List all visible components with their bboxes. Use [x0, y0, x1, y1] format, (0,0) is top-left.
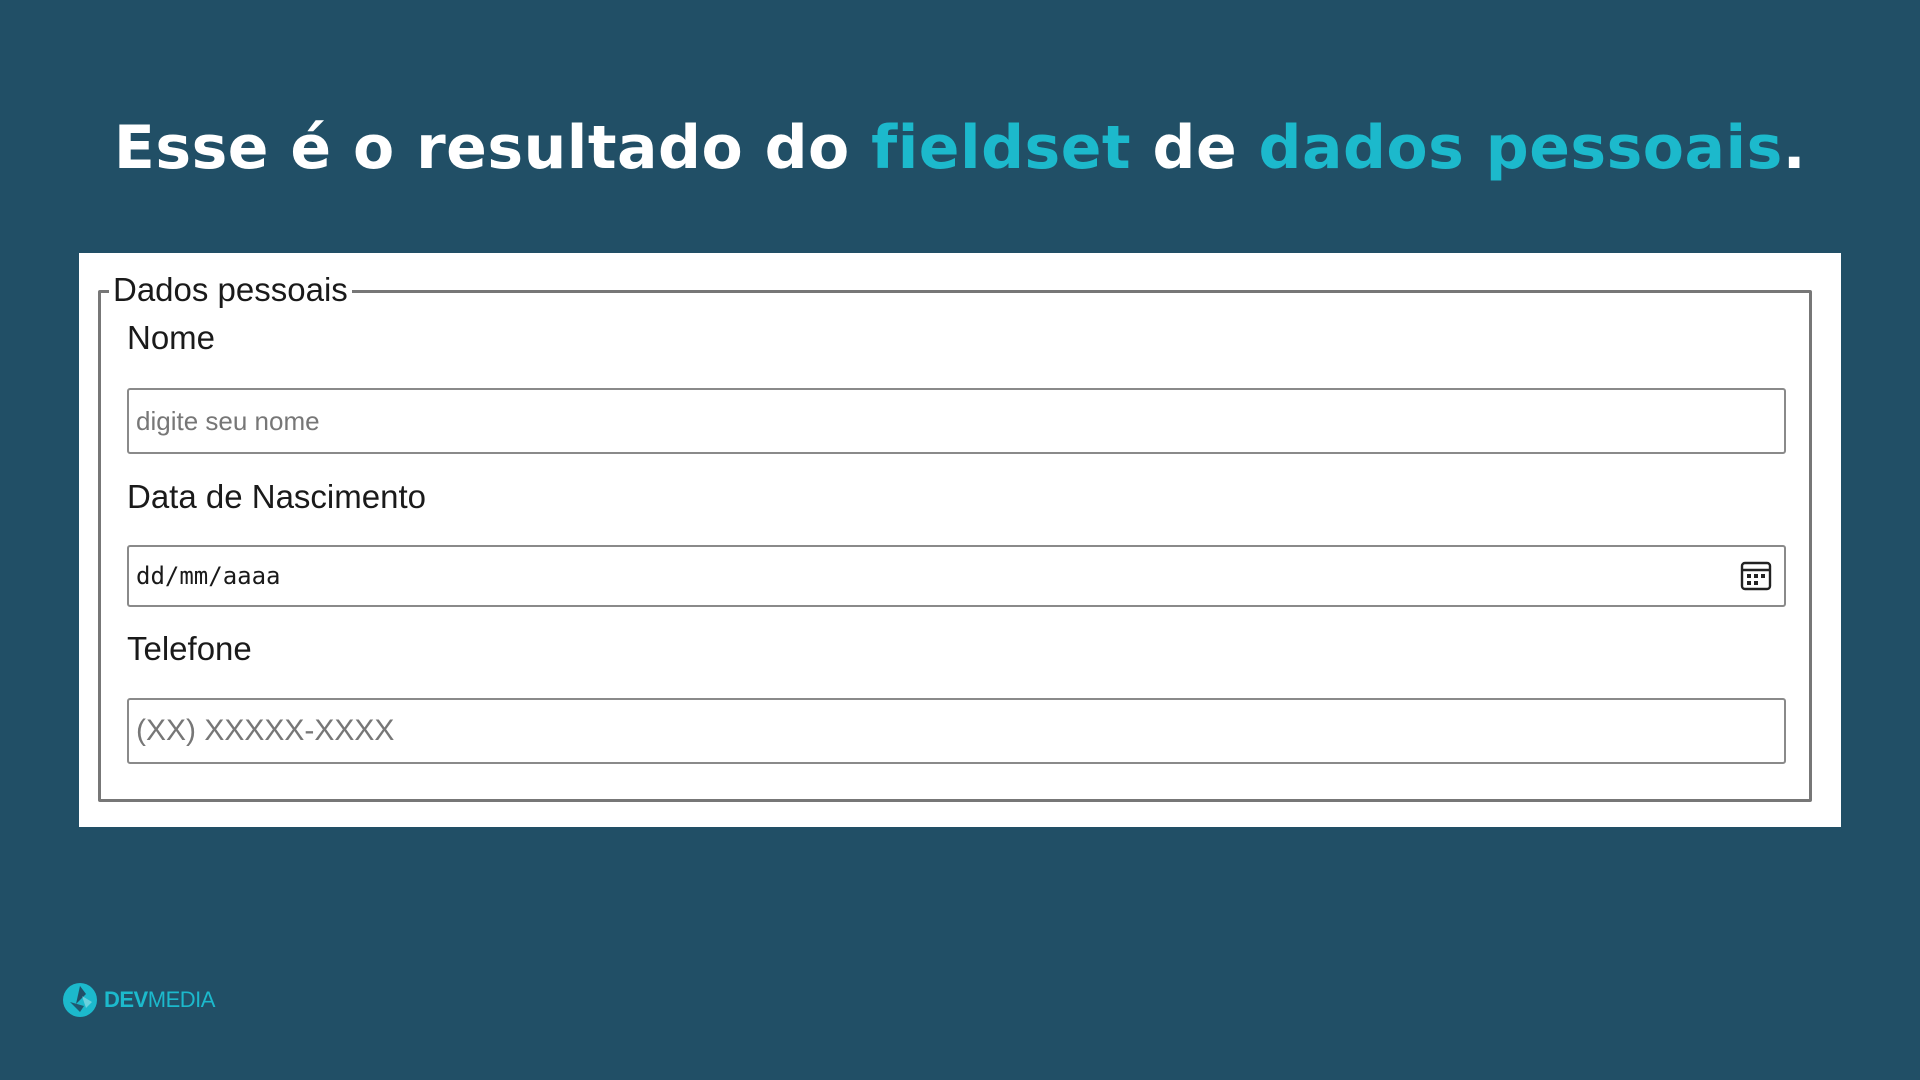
title-highlight-dados-pessoais: dados pessoais: [1258, 113, 1783, 184]
label-data-nascimento: Data de Nascimento: [127, 478, 426, 515]
brand-name-regular: MEDIA: [147, 987, 216, 1012]
label-telefone: Telefone: [127, 630, 252, 667]
devmedia-wordmark: DEVMEDIA: [104, 982, 215, 1018]
fieldset-legend: Dados pessoais: [109, 270, 352, 310]
title-highlight-fieldset: fieldset: [871, 113, 1132, 184]
slide-title: Esse é o resultado do fieldset de dados …: [0, 106, 1920, 190]
form-screenshot-panel: Dados pessoais Nome digite seu nome Data…: [79, 253, 1841, 827]
title-period: .: [1782, 113, 1807, 184]
brand-name-bold: DEV: [104, 987, 148, 1012]
calendar-icon[interactable]: [1738, 558, 1774, 594]
title-text-2: de: [1131, 113, 1259, 184]
nome-input[interactable]: digite seu nome: [127, 388, 1786, 454]
label-nome: Nome: [127, 319, 216, 356]
nome-placeholder: digite seu nome: [136, 406, 320, 436]
devmedia-logo-icon: [63, 983, 97, 1017]
devmedia-brand: DEVMEDIA: [62, 982, 215, 1018]
title-text-1: Esse é o resultado do: [113, 113, 872, 184]
data-nascimento-input[interactable]: dd/mm/aaaa: [127, 545, 1786, 607]
data-nascimento-placeholder: dd/mm/aaaa: [136, 562, 281, 590]
telefone-placeholder: (XX) XXXXX-XXXX: [136, 714, 395, 747]
telefone-input[interactable]: (XX) XXXXX-XXXX: [127, 698, 1786, 764]
